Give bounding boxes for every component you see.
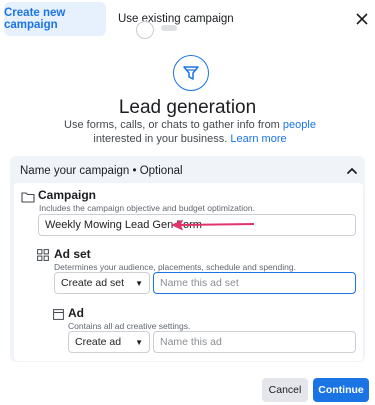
ad-select-value: Create ad bbox=[75, 336, 122, 348]
caret-down-icon: ▼ bbox=[135, 337, 143, 347]
tab-create-new-campaign[interactable]: Create new campaign bbox=[4, 2, 106, 36]
ad-select[interactable]: Create ad ▼ bbox=[68, 331, 150, 353]
close-icon bbox=[356, 13, 368, 25]
cancel-button[interactable]: Cancel bbox=[262, 378, 308, 402]
folder-icon bbox=[21, 190, 35, 203]
option-label-partial bbox=[161, 25, 177, 31]
ad-sublabel: Contains all ad creative settings. bbox=[68, 321, 191, 331]
tab-use-existing-campaign[interactable]: Use existing campaign bbox=[110, 2, 242, 36]
close-button[interactable] bbox=[348, 5, 375, 33]
adset-select-value: Create ad set bbox=[61, 277, 125, 289]
objective-description: Use forms, calls, or chats to gather inf… bbox=[64, 119, 316, 145]
arrow-annotation-icon bbox=[170, 218, 255, 232]
ad-label: Ad bbox=[68, 306, 84, 320]
funnel-icon bbox=[173, 55, 209, 91]
adset-select[interactable]: Create ad set ▼ bbox=[54, 272, 150, 294]
adset-label: Ad set bbox=[54, 247, 91, 261]
adset-sublabel: Determines your audience, placements, sc… bbox=[54, 262, 296, 272]
campaign-label: Campaign bbox=[38, 188, 97, 202]
radio-option-partial[interactable] bbox=[136, 21, 154, 39]
chevron-up-icon[interactable] bbox=[343, 162, 361, 180]
adset-name-input[interactable]: Name this ad set bbox=[153, 272, 356, 294]
panel-header-label: Name your campaign • Optional bbox=[20, 165, 183, 177]
ad-icon bbox=[53, 307, 64, 320]
caret-down-icon: ▼ bbox=[135, 278, 143, 288]
objective-title: Lead generation bbox=[118, 97, 257, 118]
ad-name-input[interactable]: Name this ad bbox=[153, 331, 356, 353]
grid-icon bbox=[37, 248, 49, 261]
continue-button[interactable]: Continue bbox=[313, 378, 369, 402]
people-link[interactable]: people bbox=[283, 119, 316, 131]
learn-more-link[interactable]: Learn more bbox=[230, 133, 286, 145]
campaign-sublabel: Includes the campaign objective and budg… bbox=[39, 203, 255, 213]
